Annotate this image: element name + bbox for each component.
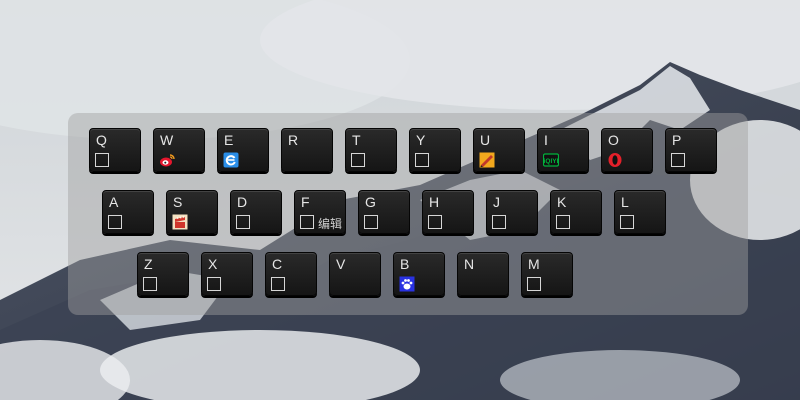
key-u[interactable]: U — [473, 128, 525, 172]
edit-link[interactable]: 编辑 — [318, 215, 342, 232]
key-label: Y — [416, 132, 426, 148]
key-label: Z — [144, 256, 153, 272]
key-z[interactable]: Z — [137, 252, 189, 296]
key-label: G — [365, 194, 376, 210]
empty-slot-icon — [207, 277, 221, 291]
pen-app-icon — [479, 152, 495, 168]
key-label: O — [608, 132, 619, 148]
shortcut-keyboard-panel: Q W E R T Y U I iQIYI O P A S D F 编辑 G H… — [68, 113, 748, 315]
key-label: H — [429, 194, 440, 210]
key-k[interactable]: K — [550, 190, 602, 234]
empty-slot-icon — [671, 153, 685, 167]
key-f[interactable]: F 编辑 — [294, 190, 346, 234]
key-label: F — [301, 194, 310, 210]
key-x[interactable]: X — [201, 252, 253, 296]
empty-slot-icon — [95, 153, 109, 167]
key-o[interactable]: O — [601, 128, 653, 172]
key-label: D — [237, 194, 248, 210]
key-b[interactable]: B — [393, 252, 445, 296]
key-t[interactable]: T — [345, 128, 397, 172]
empty-slot-icon — [271, 277, 285, 291]
key-m[interactable]: M — [521, 252, 573, 296]
key-y[interactable]: Y — [409, 128, 461, 172]
key-a[interactable]: A — [102, 190, 154, 234]
key-label: Q — [96, 132, 107, 148]
key-label: C — [272, 256, 283, 272]
key-label: R — [288, 132, 299, 148]
key-label: J — [493, 194, 500, 210]
key-label: B — [400, 256, 410, 272]
empty-slot-icon — [143, 277, 157, 291]
key-label: I — [544, 132, 548, 148]
key-label: W — [160, 132, 174, 148]
empty-slot-icon — [492, 215, 506, 229]
key-e[interactable]: E — [217, 128, 269, 172]
key-s[interactable]: S — [166, 190, 218, 234]
key-r[interactable]: R — [281, 128, 333, 172]
key-label: M — [528, 256, 540, 272]
key-i[interactable]: I iQIYI — [537, 128, 589, 172]
key-label: N — [464, 256, 475, 272]
key-label: V — [336, 256, 346, 272]
empty-slot-icon — [351, 153, 365, 167]
empty-slot-icon — [236, 215, 250, 229]
key-l[interactable]: L — [614, 190, 666, 234]
empty-slot-icon — [428, 215, 442, 229]
key-d[interactable]: D — [230, 190, 282, 234]
baidu-paw-icon — [399, 276, 415, 292]
opera-icon — [608, 153, 622, 167]
empty-slot-icon — [364, 215, 378, 229]
key-p[interactable]: P — [665, 128, 717, 172]
iqiyi-icon: iQIYI — [543, 153, 559, 167]
iqiyi-logo-text: iQIYI — [544, 158, 559, 165]
key-n[interactable]: N — [457, 252, 509, 296]
key-label: S — [173, 194, 183, 210]
empty-slot-icon — [556, 215, 570, 229]
empty-slot-icon — [108, 215, 122, 229]
empty-slot-icon — [300, 215, 314, 229]
key-c[interactable]: C — [265, 252, 317, 296]
browser-e-icon — [223, 152, 239, 168]
key-q[interactable]: Q — [89, 128, 141, 172]
key-v[interactable]: V — [329, 252, 381, 296]
key-label: E — [224, 132, 234, 148]
key-g[interactable]: G — [358, 190, 410, 234]
key-label: L — [621, 194, 629, 210]
key-j[interactable]: J — [486, 190, 538, 234]
key-label: X — [208, 256, 218, 272]
weibo-icon — [160, 154, 175, 167]
empty-slot-icon — [620, 215, 634, 229]
key-label: P — [672, 132, 682, 148]
empty-slot-icon — [527, 277, 541, 291]
key-label: U — [480, 132, 491, 148]
key-label: A — [109, 194, 119, 210]
key-w[interactable]: W — [153, 128, 205, 172]
key-h[interactable]: H — [422, 190, 474, 234]
empty-slot-icon — [415, 153, 429, 167]
media-app-icon — [172, 214, 188, 230]
key-label: K — [557, 194, 567, 210]
key-label: T — [352, 132, 361, 148]
